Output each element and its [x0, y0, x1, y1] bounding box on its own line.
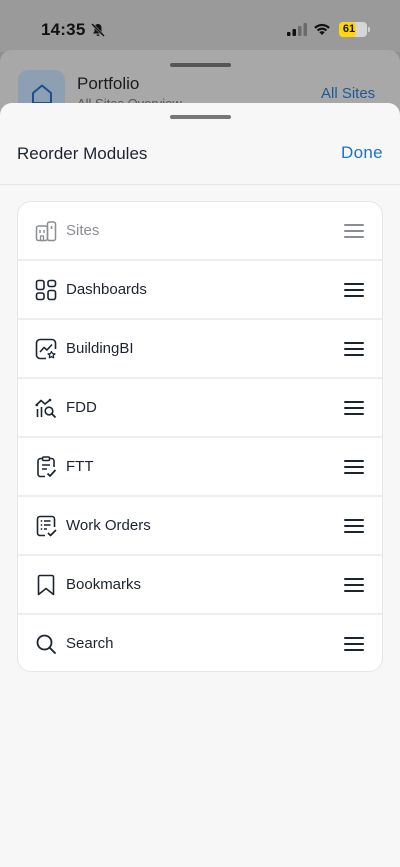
- drag-handle-icon[interactable]: [344, 577, 364, 593]
- done-button[interactable]: Done: [341, 143, 383, 163]
- module-row-buildingbi[interactable]: BuildingBI: [18, 320, 382, 379]
- background-sheet-handle: [170, 63, 231, 67]
- drag-handle-icon[interactable]: [344, 400, 364, 416]
- sheet-header: Reorder Modules Done: [0, 127, 400, 185]
- bookmark-icon: [37, 574, 55, 596]
- search-icon: [36, 634, 56, 654]
- module-label-fdd: FDD: [66, 399, 97, 416]
- module-row-work-orders[interactable]: Work Orders: [18, 497, 382, 556]
- work-order-icon: [36, 515, 57, 537]
- module-list: Sites Dashboards BuildingBI FDD FTT Work…: [17, 201, 383, 672]
- module-label-work-orders: Work Orders: [66, 517, 151, 534]
- module-label-sites: Sites: [66, 222, 100, 239]
- module-row-ftt[interactable]: FTT: [18, 438, 382, 497]
- sheet-title: Reorder Modules: [17, 144, 148, 163]
- status-bar: 14:35 61: [0, 0, 400, 52]
- module-label-buildingbi: BuildingBI: [66, 340, 134, 357]
- reorder-modules-sheet: Reorder Modules Done Sites Dashboards Bu…: [0, 103, 400, 867]
- module-row-bookmarks[interactable]: Bookmarks: [18, 556, 382, 615]
- building-icon: [35, 221, 57, 242]
- cellular-signal-icon: [287, 23, 307, 36]
- drag-handle-icon[interactable]: [344, 636, 364, 652]
- bell-off-icon: [91, 23, 105, 37]
- module-row-search[interactable]: Search: [18, 615, 382, 671]
- drag-handle-icon[interactable]: [344, 518, 364, 534]
- drag-handle-icon[interactable]: [344, 459, 364, 475]
- drag-handle-icon[interactable]: [344, 341, 364, 357]
- wifi-icon: [314, 23, 330, 35]
- module-row-fdd[interactable]: FDD: [18, 379, 382, 438]
- battery-indicator: 61: [339, 22, 367, 37]
- module-label-search: Search: [66, 635, 114, 652]
- all-sites-link: All Sites: [321, 85, 376, 102]
- drag-handle-icon[interactable]: [344, 223, 364, 239]
- battery-level-text: 61: [342, 23, 356, 35]
- drag-handle-icon[interactable]: [344, 282, 364, 298]
- sheet-drag-handle[interactable]: [170, 115, 231, 119]
- module-label-bookmarks: Bookmarks: [66, 576, 142, 593]
- battery-cap: [368, 27, 370, 32]
- chart-star-icon: [35, 338, 57, 360]
- module-row-dashboards[interactable]: Dashboards: [18, 261, 382, 320]
- background-title: Portfolio: [77, 74, 140, 93]
- module-label-ftt: FTT: [66, 458, 94, 475]
- module-label-dashboards: Dashboards: [66, 281, 147, 298]
- module-row-sites[interactable]: Sites: [18, 202, 382, 261]
- chart-search-icon: [35, 398, 57, 419]
- clipboard-check-icon: [37, 456, 57, 478]
- dashboard-grid-icon: [35, 279, 57, 301]
- status-time: 14:35: [41, 20, 86, 39]
